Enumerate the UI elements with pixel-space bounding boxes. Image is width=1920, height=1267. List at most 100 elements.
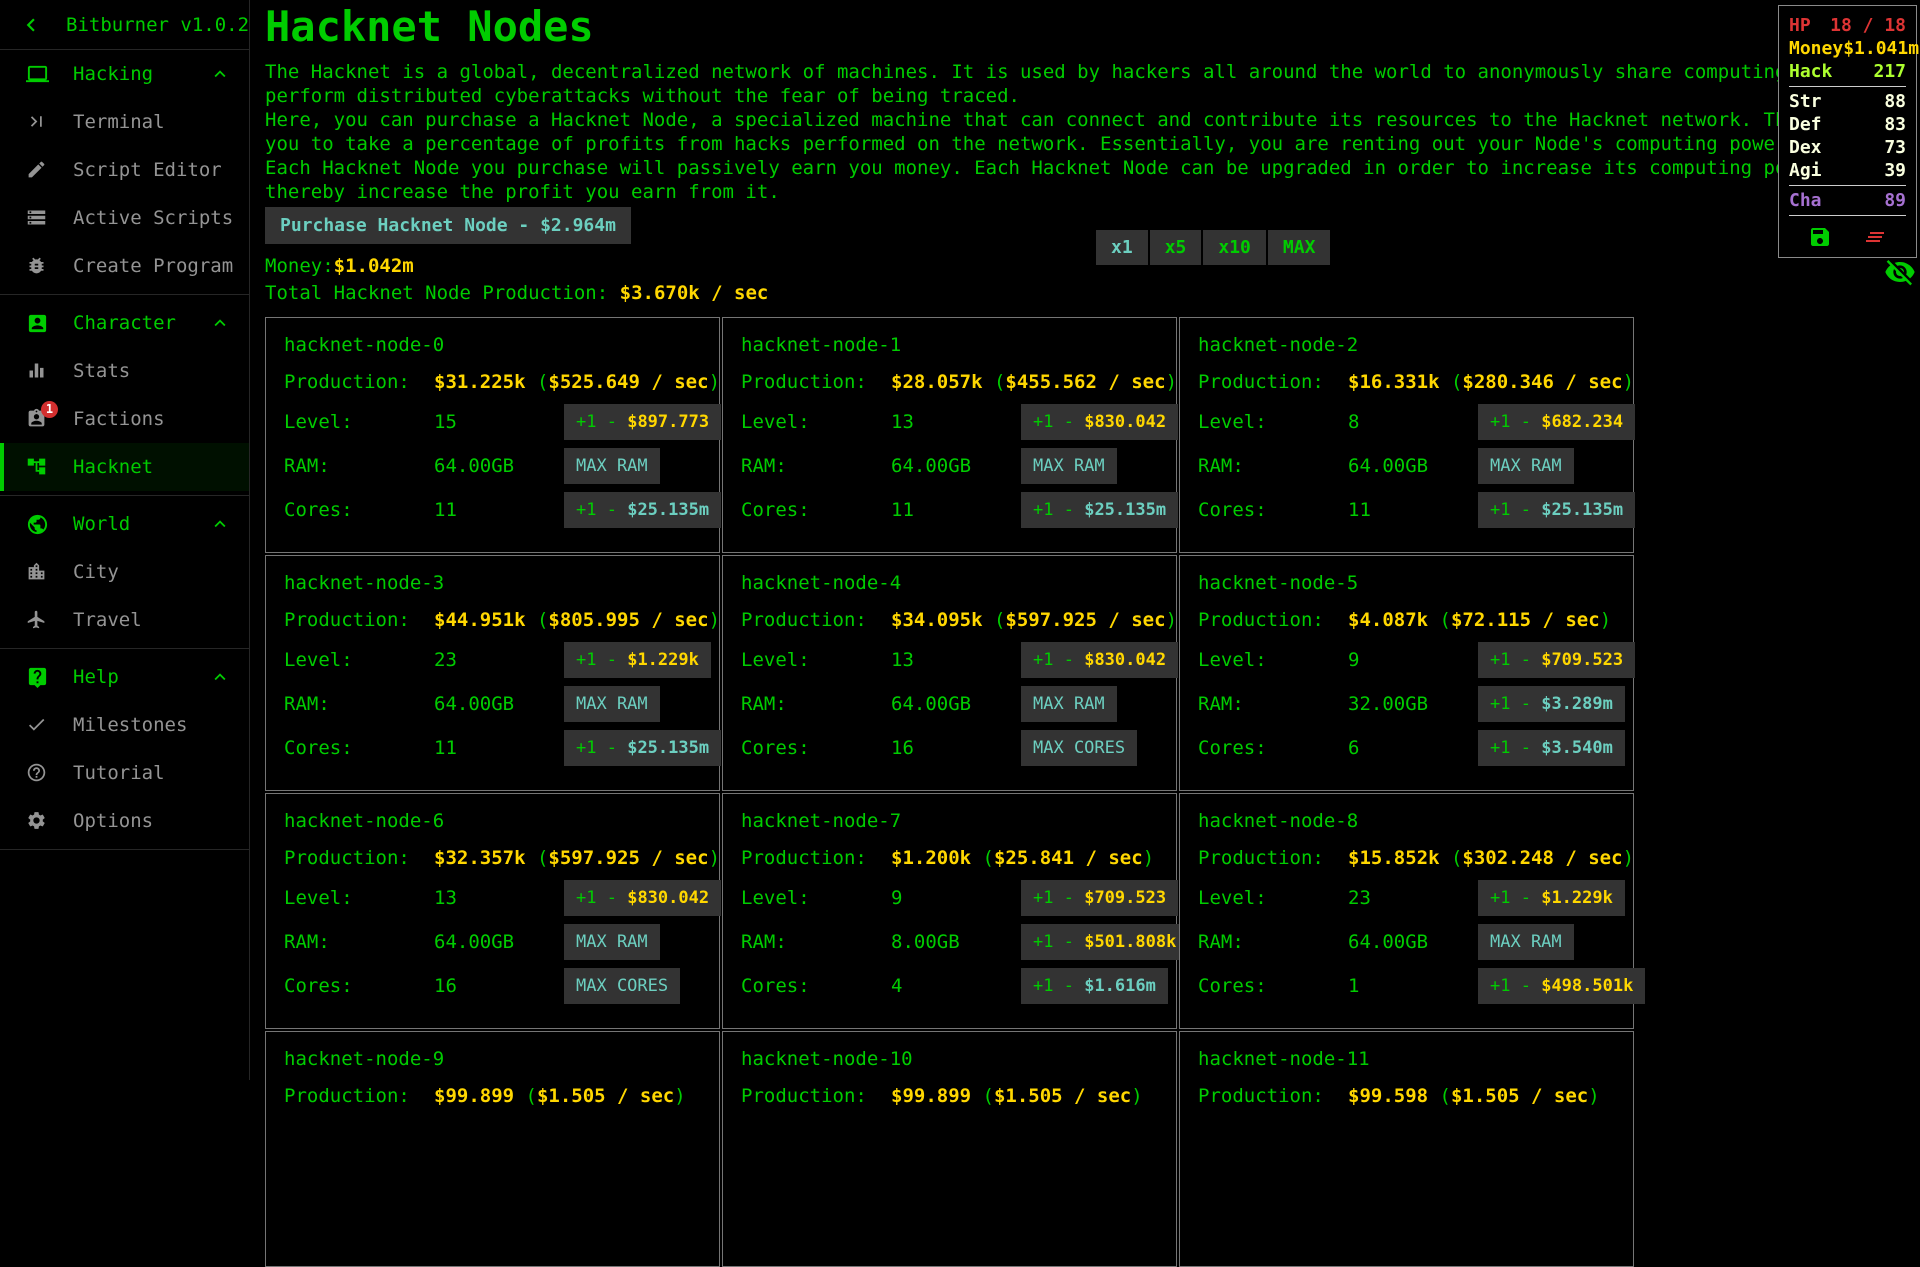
bar-chart-icon: [26, 360, 47, 381]
max-ram-button[interactable]: MAX RAM: [1478, 924, 1574, 960]
stat-label: Agi: [1789, 159, 1822, 182]
max-cores-button[interactable]: MAX CORES: [564, 968, 680, 1004]
stat-value: $1.041m: [1843, 37, 1919, 60]
cores-value: 6: [1348, 726, 1478, 770]
total-production-row: Total Hacknet Node Production: $3.670k /…: [265, 282, 1920, 304]
purchase-hacknet-node-button[interactable]: Purchase Hacknet Node - $2.964m: [265, 207, 631, 244]
overview-visibility-toggle[interactable]: [1884, 256, 1916, 288]
sidebar-item-label: Tutorial: [73, 762, 165, 784]
upgrade-cores-button[interactable]: +1 - $3.540m: [1478, 730, 1625, 766]
ram-label: RAM:: [1198, 444, 1348, 488]
node-name: hacknet-node-11: [1198, 1048, 1615, 1070]
sidebar-item-label: Terminal: [73, 111, 165, 133]
section-label: World: [73, 513, 130, 535]
multiplier-max-button[interactable]: MAX: [1268, 230, 1331, 265]
sidebar-item-stats[interactable]: Stats: [0, 347, 249, 395]
max-cores-button[interactable]: MAX CORES: [1021, 730, 1137, 766]
upgrade-cores-button[interactable]: +1 - $498.501k: [1478, 968, 1645, 1004]
node-name: hacknet-node-8: [1198, 810, 1615, 832]
node-name: hacknet-node-9: [284, 1048, 701, 1070]
sidebar-item-travel[interactable]: Travel: [0, 596, 249, 644]
node-name: hacknet-node-0: [284, 334, 701, 356]
page-description: The Hacknet is a global, decentralized n…: [265, 60, 1920, 204]
stat-label: Hack: [1789, 60, 1832, 83]
cores-value: 11: [434, 726, 564, 770]
production-label: Production:: [284, 840, 434, 876]
max-ram-button[interactable]: MAX RAM: [1021, 448, 1117, 484]
cores-value: 16: [891, 726, 1021, 770]
max-ram-button[interactable]: MAX RAM: [564, 686, 660, 722]
upgrade-level-button[interactable]: +1 - $709.523: [1021, 880, 1178, 916]
overview-divider: [1789, 215, 1906, 216]
upgrade-cores-button[interactable]: +1 - $25.135m: [564, 492, 721, 528]
sidebar-section-world[interactable]: World: [0, 500, 249, 548]
section-label: Hacking: [73, 63, 153, 85]
stat-label: Money: [1789, 37, 1843, 60]
upgrade-level-button[interactable]: +1 - $709.523: [1478, 642, 1635, 678]
level-value: 13: [891, 638, 1021, 682]
multiplier-x1-button[interactable]: x1: [1096, 230, 1148, 265]
upgrade-cores-button[interactable]: +1 - $25.135m: [564, 730, 721, 766]
multiplier-x5-button[interactable]: x5: [1150, 230, 1202, 265]
max-ram-button[interactable]: MAX RAM: [1478, 448, 1574, 484]
sidebar-item-milestones[interactable]: Milestones: [0, 701, 249, 749]
hub-icon: [26, 456, 47, 477]
overview-stat-dex: Dex73: [1789, 136, 1906, 159]
chevron-up-icon: [209, 666, 231, 688]
overview-stat-str: Str88: [1789, 90, 1906, 113]
upgrade-level-button[interactable]: +1 - $830.042: [1021, 404, 1178, 440]
sidebar-section-hacking[interactable]: Hacking: [0, 50, 249, 98]
max-ram-button[interactable]: MAX RAM: [1021, 686, 1117, 722]
money-value: $1.042m: [334, 255, 414, 277]
sidebar-item-factions[interactable]: 1Factions: [0, 395, 249, 443]
section-label: Character: [73, 312, 176, 334]
stat-label: HP: [1789, 14, 1811, 37]
overview-actions: [1789, 219, 1906, 253]
sidebar-item-active-scripts[interactable]: Active Scripts: [0, 194, 249, 242]
upgrade-level-button[interactable]: +1 - $897.773: [564, 404, 721, 440]
max-ram-button[interactable]: MAX RAM: [564, 448, 660, 484]
upgrade-cores-button[interactable]: +1 - $1.616m: [1021, 968, 1168, 1004]
cores-label: Cores:: [1198, 964, 1348, 1008]
sidebar-item-label: Active Scripts: [73, 207, 233, 229]
upgrade-level-button[interactable]: +1 - $682.234: [1478, 404, 1635, 440]
level-label: Level:: [1198, 400, 1348, 444]
kill-scripts-button[interactable]: [1863, 225, 1887, 249]
sidebar-section-help[interactable]: Help: [0, 653, 249, 701]
upgrade-level-button[interactable]: +1 - $1.229k: [564, 642, 711, 678]
sidebar-item-options[interactable]: Options: [0, 797, 249, 845]
sidebar-item-city[interactable]: City: [0, 548, 249, 596]
ram-value: 64.00GB: [1348, 920, 1478, 964]
max-ram-button[interactable]: MAX RAM: [564, 924, 660, 960]
upgrade-level-button[interactable]: +1 - $830.042: [1021, 642, 1178, 678]
upgrade-ram-button[interactable]: +1 - $3.289m: [1478, 686, 1625, 722]
node-name: hacknet-node-6: [284, 810, 701, 832]
sidebar-item-create-program[interactable]: Create Program: [0, 242, 249, 290]
upgrade-level-button[interactable]: +1 - $1.229k: [1478, 880, 1625, 916]
sidebar-item-hacknet[interactable]: Hacknet: [0, 443, 249, 491]
upgrade-cores-button[interactable]: +1 - $25.135m: [1478, 492, 1635, 528]
stat-label: Def: [1789, 113, 1822, 136]
sidebar-section-character[interactable]: Character: [0, 299, 249, 347]
sidebar-item-script-editor[interactable]: Script Editor: [0, 146, 249, 194]
production-value: $1.200k ($25.841 / sec): [891, 840, 1188, 876]
level-label: Level:: [741, 400, 891, 444]
description-paragraph: The Hacknet is a global, decentralized n…: [265, 60, 1913, 108]
ram-label: RAM:: [1198, 920, 1348, 964]
upgrade-level-button[interactable]: +1 - $830.042: [564, 880, 721, 916]
upgrade-ram-button[interactable]: +1 - $501.808k: [1021, 924, 1188, 960]
level-label: Level:: [741, 638, 891, 682]
collapse-sidebar-button[interactable]: [18, 12, 44, 38]
sidebar-item-terminal[interactable]: Terminal: [0, 98, 249, 146]
ram-label: RAM:: [741, 444, 891, 488]
stat-value: 73: [1884, 136, 1906, 159]
save-button[interactable]: [1808, 225, 1832, 249]
production-label: Production:: [284, 1078, 434, 1114]
multiplier-x10-button[interactable]: x10: [1203, 230, 1266, 265]
sidebar-item-tutorial[interactable]: Tutorial: [0, 749, 249, 797]
node-name: hacknet-node-5: [1198, 572, 1615, 594]
gear-icon: [26, 810, 47, 831]
production-value: $28.057k ($455.562 / sec): [891, 364, 1178, 400]
sidebar-item-label: City: [73, 561, 119, 583]
upgrade-cores-button[interactable]: +1 - $25.135m: [1021, 492, 1178, 528]
